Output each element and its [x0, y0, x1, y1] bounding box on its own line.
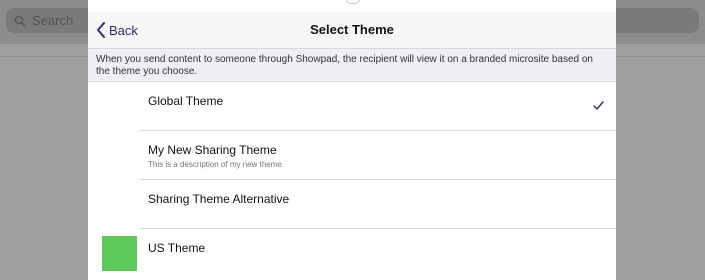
- theme-list: Global Theme My New Sharing Theme This i…: [88, 82, 616, 278]
- theme-color-swatch: [102, 236, 137, 271]
- search-icon: [12, 13, 28, 29]
- theme-title: US Theme: [148, 241, 206, 255]
- theme-row-my-new-sharing[interactable]: My New Sharing Theme This is a descripti…: [88, 131, 616, 180]
- theme-title: Sharing Theme Alternative: [148, 192, 290, 206]
- theme-description: When you send content to someone through…: [88, 48, 616, 82]
- modal-drag-handle[interactable]: [346, 0, 360, 4]
- theme-row-sharing-alternative[interactable]: Sharing Theme Alternative: [88, 180, 616, 229]
- theme-row-global[interactable]: Global Theme: [88, 82, 616, 131]
- modal-title: Select Theme: [310, 22, 394, 37]
- theme-subtitle: This is a description of my new theme.: [148, 160, 285, 169]
- theme-title: My New Sharing Theme: [148, 143, 277, 157]
- modal-nav-bar: Back Select Theme: [88, 12, 616, 48]
- checkmark-icon: [593, 101, 604, 110]
- theme-title: Global Theme: [148, 94, 224, 108]
- select-theme-modal: Back Select Theme When you send content …: [88, 0, 616, 280]
- theme-row-us[interactable]: US Theme: [88, 229, 616, 278]
- background-search-placeholder: Search: [32, 13, 74, 28]
